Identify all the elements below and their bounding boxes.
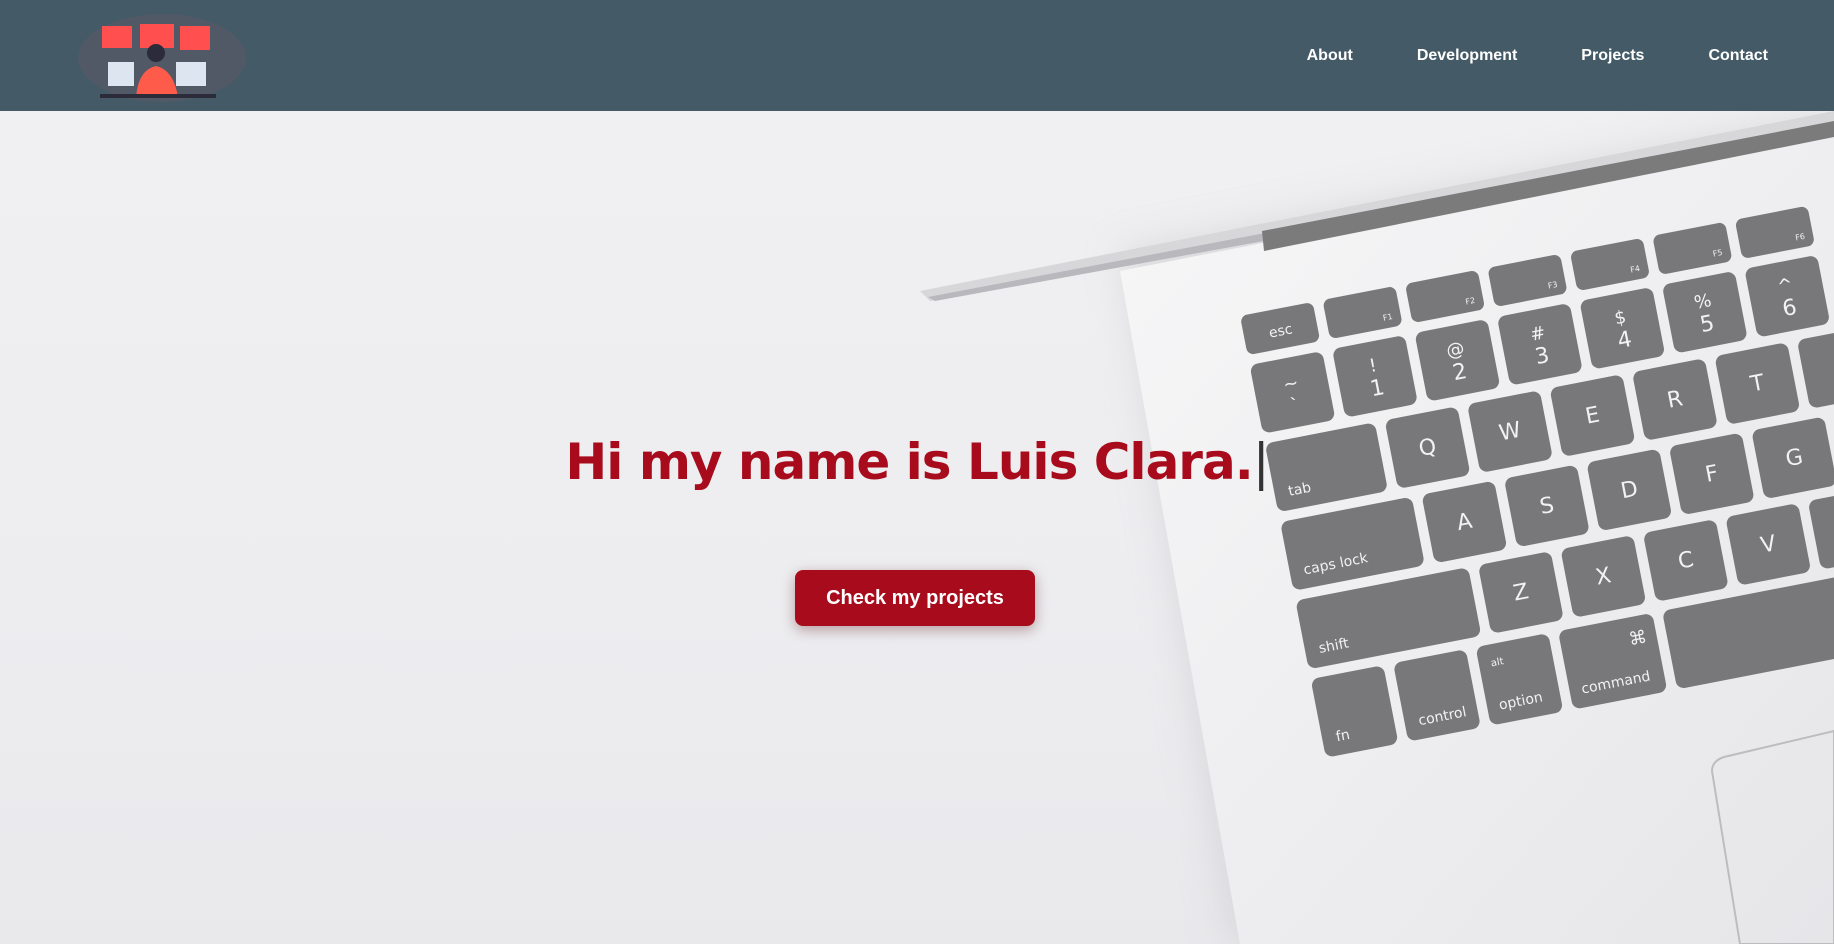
nav-development[interactable]: Development (1417, 47, 1517, 65)
svg-text:F2: F2 (1465, 296, 1476, 307)
svg-text:F1: F1 (1382, 312, 1393, 323)
nav-contact[interactable]: Contact (1708, 47, 1768, 65)
nav-about[interactable]: About (1307, 47, 1353, 65)
navbar: About Development Projects Contact (0, 0, 1834, 111)
hero-section: esc F1 F2 F3 F4 F5 F6 ~ ` ! 1 @ 2 # 3 $ … (0, 111, 1834, 944)
hero-headline: Hi my name is Luis Clara.| (0, 433, 1834, 491)
svg-text:F4: F4 (1630, 264, 1641, 275)
typing-cursor: | (1252, 433, 1270, 491)
nav-menu: About Development Projects Contact (1243, 0, 1768, 111)
developer-logo-icon[interactable] (76, 8, 248, 104)
hero-headline-text: Hi my name is Luis Clara. (565, 433, 1253, 491)
nav-projects[interactable]: Projects (1581, 47, 1644, 65)
laptop-background-image: esc F1 F2 F3 F4 F5 F6 ~ ` ! 1 @ 2 # 3 $ … (920, 111, 1834, 944)
svg-text:F6: F6 (1794, 232, 1805, 243)
check-projects-button[interactable]: Check my projects (795, 570, 1035, 626)
svg-text:F3: F3 (1547, 280, 1558, 291)
svg-text:F5: F5 (1712, 248, 1723, 259)
